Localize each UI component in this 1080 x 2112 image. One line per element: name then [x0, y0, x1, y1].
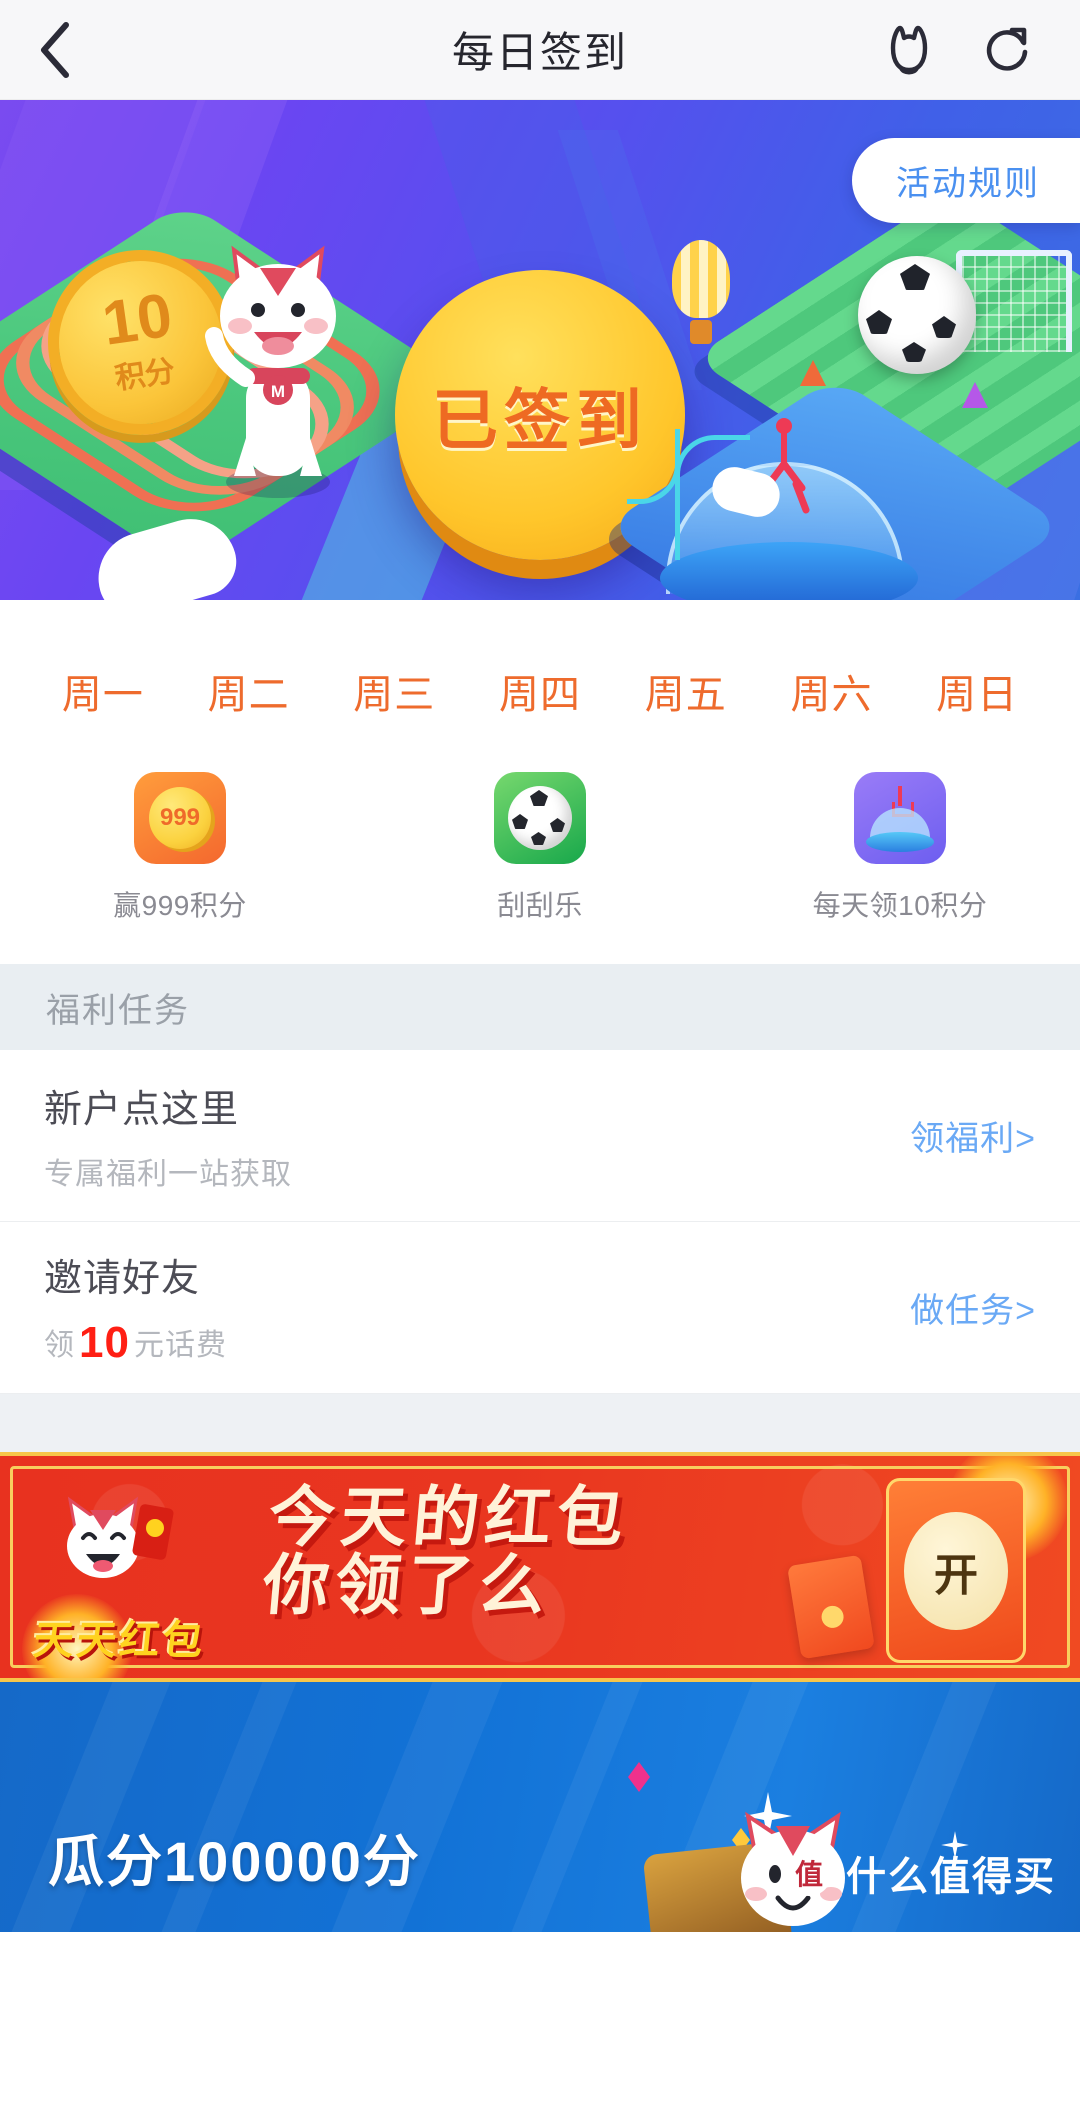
activity-win-points[interactable]: 999 赢999积分: [0, 772, 360, 924]
task-sub-highlight: 10: [79, 1318, 130, 1367]
coin-points-unit: 积分: [113, 354, 178, 396]
red-packet-banner[interactable]: 天天红包 今天的红包 你领了么 开: [0, 1452, 1080, 1682]
weekday-row: 周一 周二 周三 周四 周五 周六 周日: [0, 600, 1080, 720]
task-sub-suffix: 元话费: [133, 1329, 227, 1362]
task-title: 邀请好友: [44, 1258, 201, 1300]
task-sub-prefix: 领: [44, 1329, 75, 1362]
weekday-thu[interactable]: 周四: [467, 662, 613, 720]
task-subtitle: 专属福利一站获取: [44, 1158, 292, 1191]
weekday-wed[interactable]: 周三: [321, 662, 467, 720]
activity-shortcut-row: 999 赢999积分 刮刮乐 每天领10积分: [0, 720, 1080, 964]
soccer-ball-icon: [858, 256, 976, 374]
task-subtitle: 领10 元话费: [44, 1318, 910, 1368]
gem-icon: [628, 1762, 650, 1792]
coin-points-number: 10: [98, 280, 177, 359]
task-info: 邀请好友 领10 元话费: [44, 1247, 910, 1368]
activity-label: 每天领10积分: [812, 890, 988, 921]
weekday-sun[interactable]: 周日: [904, 662, 1050, 720]
checkin-hero-banner: 10 积分 M 已签到 活动规则: [0, 100, 1080, 600]
hot-air-balloon-icon: [672, 240, 730, 344]
cat-mascot-illustration: M: [205, 245, 336, 498]
weekday-mon[interactable]: 周一: [30, 662, 176, 720]
red-envelope-icon: [787, 1554, 875, 1660]
weekday-sat[interactable]: 周六: [759, 662, 905, 720]
open-red-packet-button[interactable]: 开: [886, 1478, 1026, 1663]
app-header: 每日签到: [0, 0, 1080, 100]
welfare-section-title: 福利任务: [0, 964, 1080, 1050]
red-banner-headline: 今天的红包 你领了么: [259, 1480, 633, 1622]
weekday-tue[interactable]: 周二: [176, 662, 322, 720]
task-row[interactable]: 新户点这里 专属福利一站获取 领福利>: [0, 1050, 1080, 1222]
share-points-title: 瓜分100000分: [48, 1830, 421, 1893]
coin-999-icon: 999: [134, 772, 226, 864]
coin-999-text: 999: [149, 787, 211, 849]
header-actions: [878, 19, 1080, 81]
task-title: 新户点这里: [44, 1089, 240, 1131]
task-row[interactable]: 邀请好友 领10 元话费 做任务>: [0, 1222, 1080, 1394]
task-action-link[interactable]: 领福利>: [910, 1111, 1036, 1160]
daily-red-packet-badge: 天天红包: [31, 1619, 208, 1663]
svg-text:M: M: [271, 382, 285, 401]
claw-machine-icon: [854, 772, 946, 864]
task-action-link[interactable]: 做任务>: [910, 1283, 1036, 1332]
headline-line-2: 你领了么: [259, 1547, 555, 1622]
soccer-ball-icon: [494, 772, 586, 864]
cat-mascot-icon: [67, 1496, 174, 1578]
cone-icon: [800, 360, 826, 386]
weekday-fri[interactable]: 周五: [613, 662, 759, 720]
watermark: 值 什么值得买: [786, 1844, 1056, 1902]
refresh-icon[interactable]: [976, 19, 1038, 81]
task-info: 新户点这里 专属福利一站获取: [44, 1078, 910, 1193]
section-gap: [0, 1394, 1080, 1452]
activity-scratch-card[interactable]: 刮刮乐: [360, 772, 720, 924]
watermark-text: 什么值得买: [846, 1855, 1056, 1899]
smzdm-logo-icon: 值: [786, 1850, 832, 1896]
signed-in-label: 已签到: [432, 383, 648, 457]
activity-rules-label: 活动规则: [896, 165, 1040, 203]
cat-face-icon[interactable]: [878, 19, 940, 81]
headline-line-1: 今天的红包: [265, 1480, 633, 1554]
activity-rules-button[interactable]: 活动规则: [852, 138, 1080, 223]
cone-icon: [962, 382, 988, 408]
share-points-banner[interactable]: 瓜分100000分 值 什么值得买: [0, 1682, 1080, 1932]
activity-label: 赢999积分: [113, 890, 247, 921]
activity-daily-points[interactable]: 每天领10积分: [720, 772, 1080, 924]
activity-label: 刮刮乐: [497, 890, 583, 921]
open-button-label: 开: [904, 1511, 1008, 1630]
wire-decor: [675, 435, 750, 560]
